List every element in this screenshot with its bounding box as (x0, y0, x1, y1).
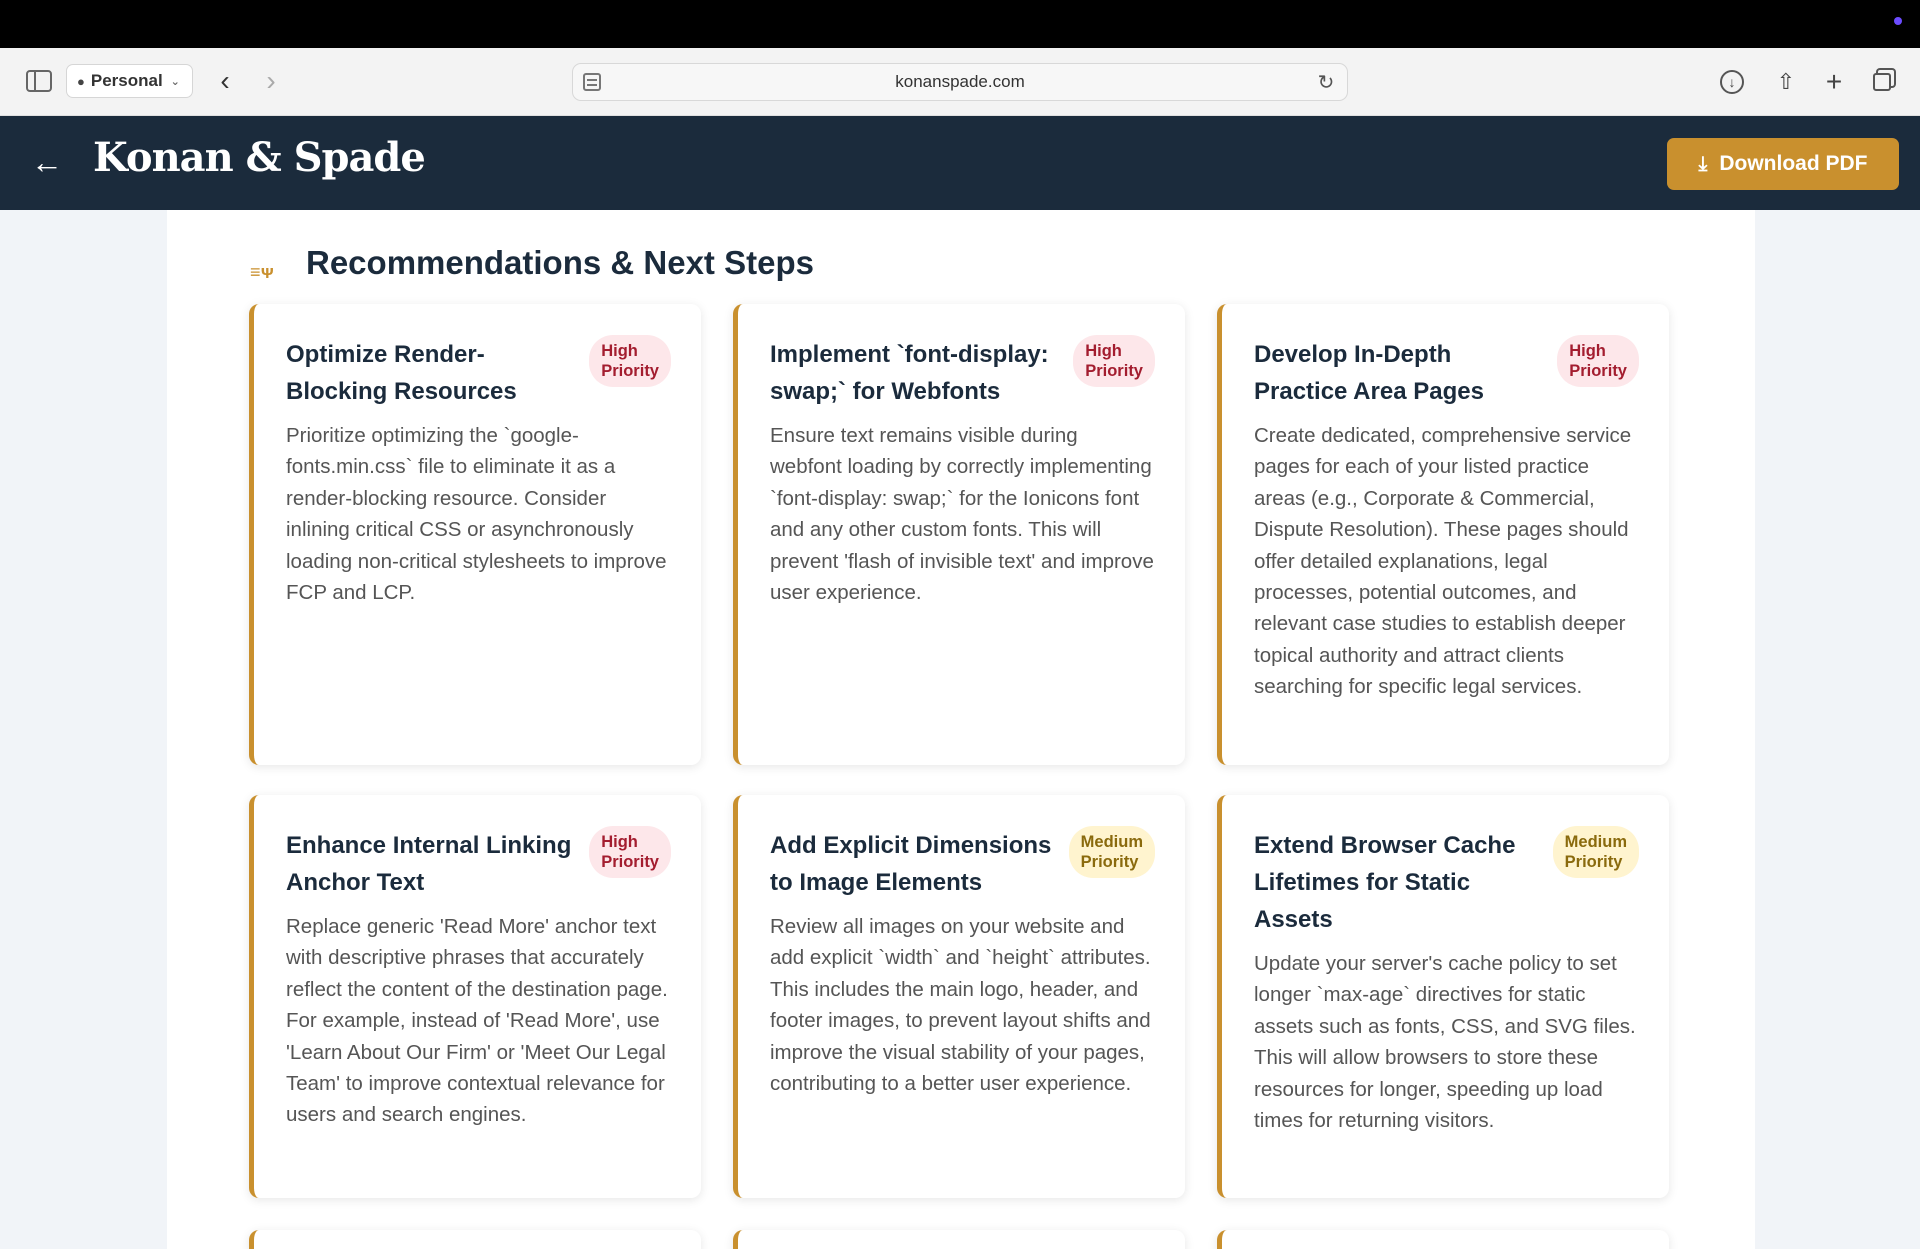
card-description: Update your server's cache policy to set… (1254, 952, 1636, 1133)
sidebar-toggle-icon[interactable] (26, 70, 52, 92)
browser-toolbar: ● Personal ⌄ ‹ › konanspade.com ↻ ↓ ⇧ + (0, 48, 1920, 116)
card-description: Create dedicated, comprehensive service … (1254, 424, 1632, 699)
app-header: ← Konan & Spade ⤓ Download PDF (0, 116, 1920, 210)
download-icon: ⤓ (1698, 152, 1708, 175)
card-description: Prioritize optimizing the `google-fonts.… (286, 424, 667, 605)
card-title: Extend Browser Cache Lifetimes for Stati… (1254, 832, 1516, 933)
priority-badge: Medium Priority (1068, 826, 1155, 878)
recommendation-card: Enhance Internal Linking Anchor Text Hig… (249, 795, 701, 1198)
card-title: Optimize Render-Blocking Resources (286, 341, 517, 405)
section-title: Recommendations & Next Steps (306, 244, 814, 281)
priority-badge: High Priority (1073, 335, 1155, 387)
address-bar[interactable]: konanspade.com ↻ (572, 63, 1348, 101)
reload-icon[interactable]: ↻ (1313, 69, 1339, 95)
download-pdf-label: Download PDF (1719, 152, 1868, 175)
tools-icon: ≡ᴪ (250, 262, 275, 282)
card-description: Review all images on your website and ad… (770, 915, 1151, 1096)
recommendation-card: Extend Browser Cache Lifetimes for Stati… (1217, 795, 1669, 1198)
page-menu-icon[interactable] (583, 73, 601, 91)
recommendation-card: Optimize Render-Blocking Resources High P… (249, 304, 701, 765)
url-text: konanspade.com (895, 72, 1025, 91)
profile-button[interactable]: ● Personal ⌄ (66, 64, 193, 98)
recommendation-card: Implement `font-display: swap;` for Webf… (733, 304, 1185, 765)
status-dot (1894, 17, 1902, 25)
recommendation-card-partial (733, 1230, 1185, 1249)
share-icon[interactable]: ⇧ (1770, 66, 1802, 98)
recommendation-card-partial (249, 1230, 701, 1249)
tab-overview-icon[interactable] (1866, 66, 1898, 98)
card-title: Add Explicit Dimensions to Image Element… (770, 832, 1052, 896)
plus-icon[interactable]: + (1818, 66, 1850, 98)
chevron-right-icon[interactable]: › (258, 65, 284, 96)
download-icon[interactable]: ↓ (1720, 70, 1744, 94)
chevron-down-icon: ⌄ (170, 75, 180, 88)
card-description: Ensure text remains visible during webfo… (770, 424, 1154, 605)
card-title: Develop In-Depth Practice Area Pages (1254, 341, 1484, 405)
recommendation-card: Develop In-Depth Practice Area Pages Hig… (1217, 304, 1669, 765)
system-top-bar (0, 0, 1920, 48)
card-title: Implement `font-display: swap;` for Webf… (770, 341, 1049, 405)
priority-badge: Medium Priority (1552, 826, 1639, 878)
person-icon: ● (77, 73, 85, 89)
download-pdf-button[interactable]: ⤓ Download PDF (1667, 138, 1899, 190)
site-logo[interactable]: Konan & Spade (93, 134, 426, 181)
arrow-left-icon[interactable]: ← (30, 142, 64, 182)
card-title: Enhance Internal Linking Anchor Text (286, 832, 572, 896)
chevron-left-icon[interactable]: ‹ (212, 65, 238, 96)
profile-label: Personal (90, 71, 163, 90)
priority-badge: High Priority (589, 826, 671, 878)
recommendation-card-partial (1217, 1230, 1669, 1249)
recommendation-card: Add Explicit Dimensions to Image Element… (733, 795, 1185, 1198)
card-description: Replace generic 'Read More' anchor text … (286, 915, 668, 1127)
priority-badge: High Priority (1557, 335, 1639, 387)
priority-badge: High Priority (589, 335, 671, 387)
